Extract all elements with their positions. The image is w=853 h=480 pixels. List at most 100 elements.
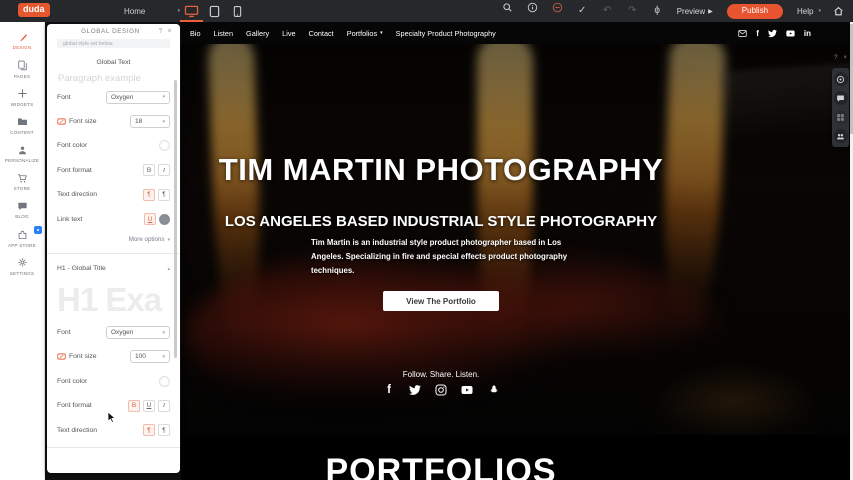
preview-button[interactable]: Preview ▶ [677,7,713,16]
snapchat-icon[interactable] [487,383,500,396]
facebook-icon[interactable]: f [383,383,396,396]
nav-item-gallery[interactable]: Gallery [246,29,269,38]
site-canvas: Bio Listen Gallery Live Contact Portfoli… [181,22,853,480]
approve-check-icon[interactable]: ✓ [570,0,595,22]
device-override-icon [57,353,66,360]
instagram-icon[interactable] [435,383,448,396]
rail-close-icon[interactable]: × [843,55,847,61]
publish-button[interactable]: Publish [727,4,783,19]
desktop-device-button[interactable] [180,0,203,22]
bold-button[interactable]: B [143,164,155,176]
h1-italic-button[interactable]: I [158,400,170,412]
nav-item-contact[interactable]: Contact [309,29,334,38]
twitter-icon[interactable] [768,29,777,38]
redo-icon[interactable]: ↷ [620,0,645,22]
h1-font-value: Oxygen [111,329,133,336]
linkedin-icon[interactable]: in [804,29,811,38]
sidebar-item-app-store[interactable]: APP STORE [0,224,44,252]
chevron-down-icon: ▾ [162,119,165,125]
dev-mode-icon[interactable]: ϕ [645,0,670,22]
nav-social-links: f in [738,22,811,44]
panel-notice: global style set below. [57,39,170,48]
target-icon[interactable] [834,72,848,86]
font-color-label: Font color [57,378,156,385]
h1-font-size-row: Font size 100 ▾ [47,345,180,369]
sidebar-item-label: PERSONALIZE [5,158,39,163]
email-icon[interactable] [738,29,747,38]
panel-header: GLOBAL DESIGN ? × [47,24,180,39]
sidebar-item-widgets[interactable]: WIDGETS [0,83,44,111]
nav-item-bio[interactable]: Bio [190,29,201,38]
h1-font-color-swatch[interactable] [159,376,170,387]
duda-logo[interactable]: duda [18,3,50,17]
sections-grid-icon[interactable] [834,110,848,124]
italic-button[interactable]: I [158,164,170,176]
link-underline-button[interactable]: U [144,213,156,225]
facebook-icon[interactable]: f [756,29,759,38]
font-size-label: Font size [69,353,130,360]
h1-direction-ltr-button[interactable]: ¶ [143,424,155,436]
panel-close-icon[interactable]: × [165,28,174,35]
h1-font-select[interactable]: Oxygen ▾ [106,326,170,339]
tablet-device-button[interactable] [203,0,226,22]
sidebar-item-content[interactable]: CONTENT [0,112,44,140]
h1-underline-button[interactable]: U [143,400,155,412]
comments-icon[interactable] [834,91,848,105]
nav-item-portfolios-label: Portfolios [347,29,377,38]
team-icon[interactable] [834,129,848,143]
direction-ltr-button[interactable]: ¶ [143,189,155,201]
font-row: Font Oxygen ▾ [47,85,180,109]
dashboard-home-icon[interactable] [833,6,844,16]
device-switcher [180,0,249,22]
help-menu[interactable]: Help ▾ [797,7,821,16]
font-format-label: Font format [57,402,125,409]
sidebar-item-settings[interactable]: SETTINGS [0,253,44,281]
link-color-swatch[interactable] [159,214,170,225]
page-selector-label: Home [124,7,145,16]
sidebar-item-pages[interactable]: PAGES [0,55,44,83]
sidebar-item-label: BLOG [15,214,29,219]
panel-help-icon[interactable]: ? [156,28,165,35]
sidebar-item-personalize[interactable]: PERSONALIZE [0,140,44,168]
h1-font-row: Font Oxygen ▾ [47,320,180,344]
nav-item-listen[interactable]: Listen [214,29,233,38]
font-size-value: 18 [135,118,142,125]
mobile-device-button[interactable] [226,0,249,22]
font-select[interactable]: Oxygen ▾ [106,91,170,104]
h1-font-size-select[interactable]: 100 ▾ [130,350,170,363]
sidebar-item-store[interactable]: STORE [0,168,44,196]
h1-direction-rtl-button[interactable]: ¶ [158,424,170,436]
panel-divider [47,253,180,254]
nav-item-specialty[interactable]: Specialty Product Photography [396,29,496,38]
undo-icon[interactable]: ↶ [595,0,620,22]
play-icon: ▶ [708,8,713,15]
twitter-icon[interactable] [409,383,422,396]
device-override-icon [57,118,66,125]
font-select-value: Oxygen [111,94,133,101]
rail-help-icon[interactable]: ? [834,55,837,61]
sidebar-item-design[interactable]: DESIGN [0,27,44,55]
h1-bold-button[interactable]: B [128,400,140,412]
youtube-icon[interactable] [461,383,474,396]
direction-rtl-button[interactable]: ¶ [158,189,170,201]
youtube-icon[interactable] [786,29,795,38]
nav-item-live[interactable]: Live [282,29,295,38]
page-selector[interactable]: Home ▾ [120,0,184,22]
view-portfolio-button[interactable]: View The Portfolio [383,291,499,311]
nav-item-portfolios[interactable]: Portfolios ▾ [347,29,383,38]
font-color-label: Font color [57,142,156,149]
font-size-select[interactable]: 18 ▾ [130,115,170,128]
info-icon[interactable] [520,0,545,22]
more-options-link[interactable]: More options ▾ [129,236,170,243]
panel-scrollbar[interactable] [174,80,177,358]
preview-label: Preview [677,7,705,16]
search-icon[interactable] [495,0,520,22]
sidebar-item-blog[interactable]: BLOG [0,196,44,224]
font-color-swatch[interactable] [159,140,170,151]
pages-icon [17,60,28,71]
sidebar-item-label: PAGES [14,74,31,79]
font-format-row: Font format B I [47,158,180,182]
puzzle-icon [17,229,28,240]
h1-section-header[interactable]: H1 - Global Title ▴ [47,259,180,278]
site-status-icon[interactable] [545,0,570,22]
